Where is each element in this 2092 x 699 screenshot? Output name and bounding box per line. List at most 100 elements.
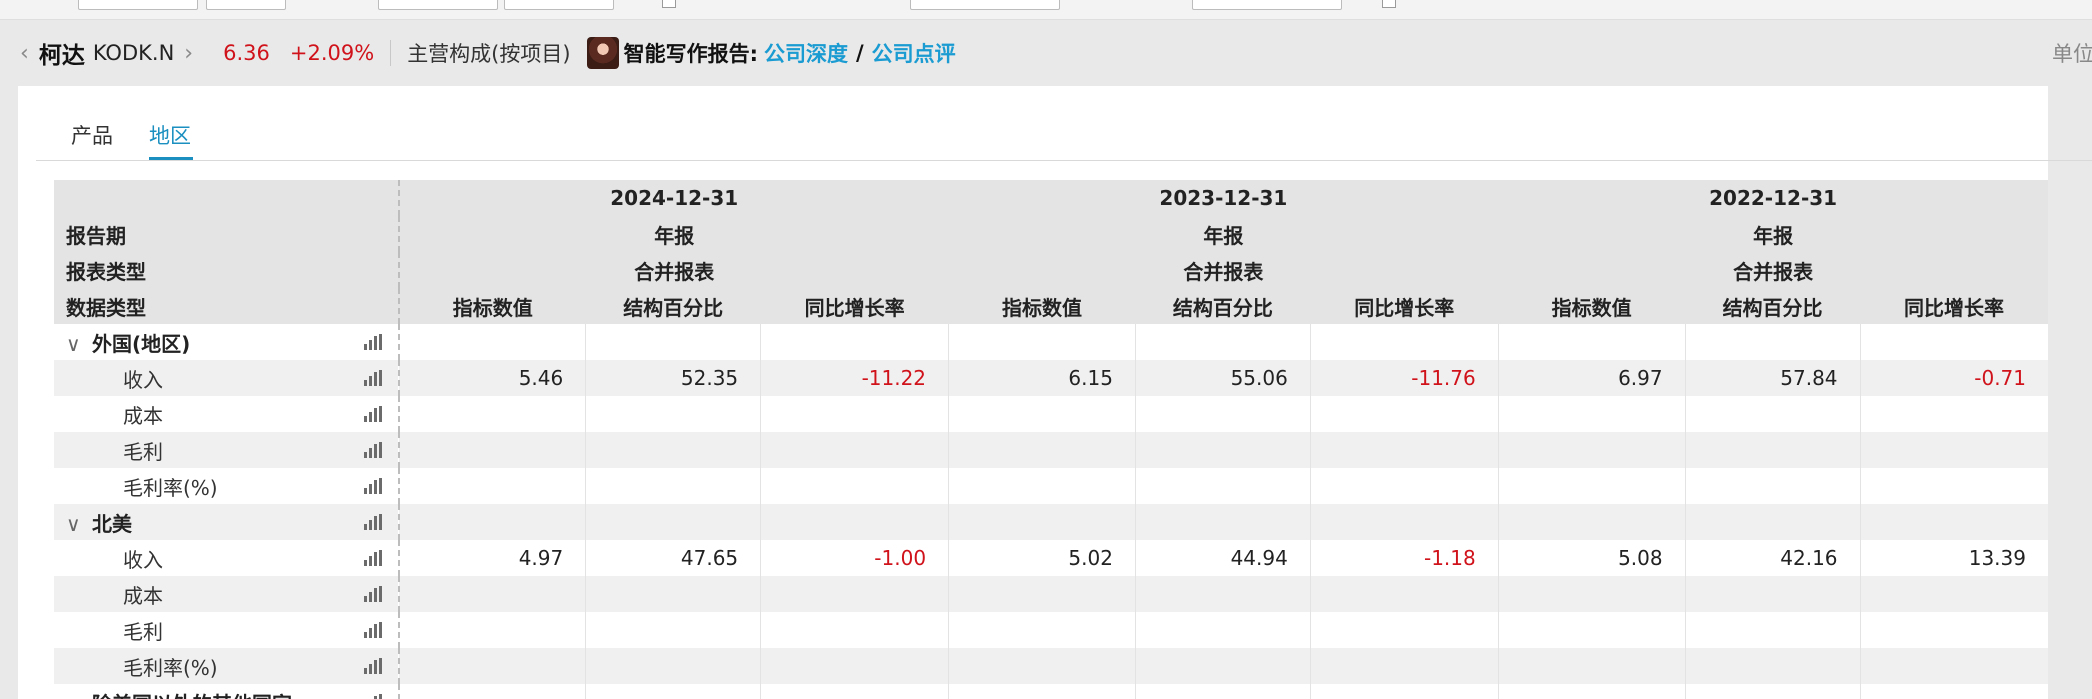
bar-chart-icon[interactable] — [363, 586, 382, 602]
table-cell — [1309, 612, 1499, 648]
table-cell — [398, 576, 586, 612]
table-cell: 44.94 — [1134, 540, 1311, 576]
table-cell — [398, 432, 586, 468]
group-label[interactable]: ∨ 北美 — [54, 504, 400, 540]
link-company-review[interactable]: 公司点评 — [872, 38, 956, 68]
table-cell — [760, 576, 949, 612]
table-cell — [1497, 576, 1686, 612]
table-cell — [1684, 648, 1861, 684]
table-row: 毛利 — [54, 432, 2048, 468]
row-label-text: 毛利率(%) — [123, 655, 218, 680]
col-value[interactable]: 指标数值 — [948, 288, 1136, 324]
table-cell — [948, 432, 1136, 468]
period-type: 年报 — [398, 216, 949, 252]
bar-chart-icon[interactable] — [363, 334, 382, 350]
col-growth[interactable]: 同比增长率 — [1860, 288, 2048, 324]
table-cell — [1309, 432, 1499, 468]
filter-checkbox-2[interactable] — [1382, 0, 1396, 8]
table-cell — [1859, 432, 2048, 468]
bar-chart-icon[interactable] — [363, 442, 382, 458]
group-label[interactable]: ∨ 外国(地区) — [54, 324, 400, 360]
collapse-chevron-icon[interactable]: ∨ — [66, 692, 92, 699]
bar-chart-icon[interactable] — [363, 550, 382, 566]
filter-checkbox-1[interactable] — [662, 0, 676, 8]
col-structure[interactable]: 结构百分比 — [585, 288, 761, 324]
table-cell — [948, 504, 1136, 540]
unit-label[interactable]: 单位 — [2052, 38, 2092, 68]
bar-chart-icon[interactable] — [363, 622, 382, 638]
col-structure[interactable]: 结构百分比 — [1135, 288, 1311, 324]
filter-select-2[interactable] — [910, 0, 1060, 10]
row-label: 毛利率(%) — [54, 468, 400, 504]
collapse-chevron-icon[interactable]: ∨ — [66, 512, 92, 536]
table-cell — [1134, 504, 1311, 540]
col-value[interactable]: 指标数值 — [398, 288, 586, 324]
col-growth[interactable]: 同比增长率 — [760, 288, 949, 324]
row-label: 成本 — [54, 576, 400, 612]
table-cell — [1134, 324, 1311, 360]
table-row: 毛利 — [54, 612, 2048, 648]
bar-chart-icon[interactable] — [363, 406, 382, 422]
group-row: ∨ 外国(地区) — [54, 324, 2048, 360]
filter-input-3[interactable] — [378, 0, 498, 10]
bar-chart-icon[interactable] — [363, 370, 382, 386]
filter-input-1[interactable] — [78, 0, 198, 10]
table-row: 成本 — [54, 396, 2048, 432]
next-icon[interactable]: › — [184, 41, 193, 66]
bar-chart-icon[interactable] — [364, 694, 382, 699]
table-cell — [1859, 504, 2048, 540]
table-row: 收入 5.46 52.35 -11.22 6.15 55.06 -11.76 6.97 57.8… — [54, 360, 2048, 396]
bar-chart-icon[interactable] — [363, 514, 382, 530]
filter-select-3[interactable] — [1192, 0, 1342, 10]
stock-code: KODK.N — [92, 41, 175, 65]
table-cell — [1497, 612, 1686, 648]
filter-select-1[interactable] — [504, 0, 614, 10]
table-cell — [1684, 504, 1861, 540]
table-row: 毛利率(%) — [54, 468, 2048, 504]
stock-price: 6.36 — [223, 41, 270, 65]
prev-icon[interactable]: ‹ — [20, 41, 29, 66]
tab-bar: 产品 地区 — [36, 86, 2092, 161]
period-scope: 合并报表 — [948, 252, 1499, 288]
col-growth[interactable]: 同比增长率 — [1310, 288, 1499, 324]
table-cell — [760, 468, 949, 504]
period-date: 2023-12-31 — [948, 180, 1499, 216]
stock-change: +2.09% — [289, 41, 375, 65]
table-cell: 13.39 — [1859, 540, 2048, 576]
collapse-chevron-icon[interactable]: ∨ — [66, 332, 92, 356]
table-cell — [1497, 648, 1686, 684]
table-cell: 4.97 — [398, 540, 586, 576]
table-cell — [760, 612, 949, 648]
table-cell — [398, 504, 586, 540]
bar-chart-icon[interactable] — [363, 478, 382, 494]
tab-product[interactable]: 产品 — [71, 120, 113, 150]
tab-region[interactable]: 地区 — [149, 120, 191, 150]
col-structure[interactable]: 结构百分比 — [1685, 288, 1861, 324]
table-cell — [1859, 396, 2048, 432]
table-cell: 55.06 — [1134, 360, 1311, 396]
stock-name: 柯达 — [38, 43, 85, 69]
group-row: ∨ 北美 — [54, 504, 2048, 540]
bar-chart-icon[interactable] — [363, 658, 382, 674]
table-cell — [585, 648, 761, 684]
table-cell — [1134, 396, 1311, 432]
row-label: 收入 — [54, 360, 400, 396]
col-value[interactable]: 指标数值 — [1498, 288, 1686, 324]
table-cell — [760, 432, 949, 468]
stock-header: ‹ 柯达 KODK.N › 6.36 +2.09% 主营构成(按项目) 智能写作… — [0, 20, 2092, 86]
table-row: 成本 — [54, 576, 2048, 612]
group-label[interactable]: ∨除美国以外的其他国家 — [54, 684, 400, 699]
table-cell — [1134, 684, 1311, 699]
table-cell — [1309, 468, 1499, 504]
table-cell — [1309, 324, 1499, 360]
link-company-deep[interactable]: 公司深度 — [764, 38, 848, 68]
row-label-text: 成本 — [123, 403, 163, 428]
table-cell — [585, 324, 761, 360]
label-report-type: 报表类型 — [54, 252, 400, 288]
table-cell — [1859, 324, 2048, 360]
table-cell — [1134, 468, 1311, 504]
table-cell — [1134, 432, 1311, 468]
filter-strip — [0, 0, 2092, 20]
period-scope: 合并报表 — [1498, 252, 2048, 288]
filter-input-2[interactable] — [206, 0, 286, 10]
